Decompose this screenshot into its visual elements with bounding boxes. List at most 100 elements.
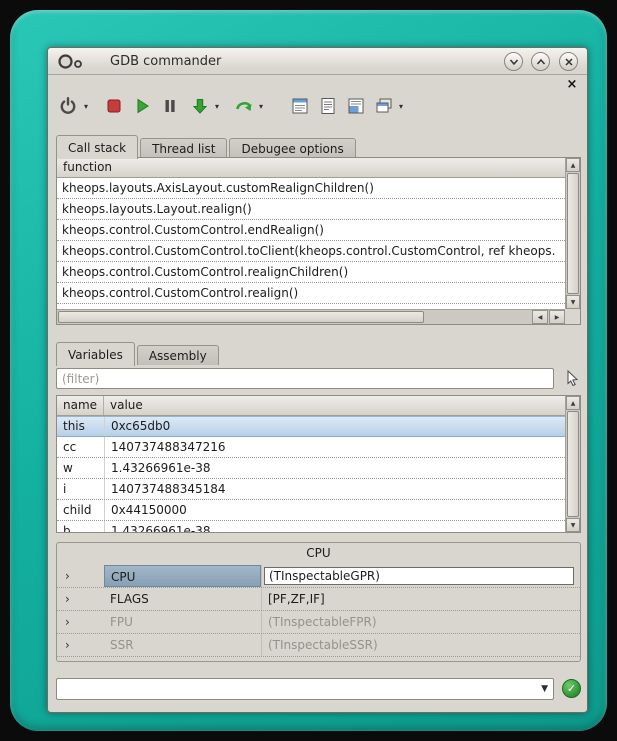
- views-button[interactable]: [372, 94, 396, 118]
- variable-row[interactable]: i 140737488345184: [57, 479, 565, 500]
- variable-name: i: [57, 479, 104, 499]
- close-button[interactable]: [559, 52, 578, 71]
- titlebar[interactable]: GDB commander: [48, 48, 587, 75]
- send-command-button[interactable]: ✓: [562, 679, 581, 698]
- panel-close-icon[interactable]: ×: [565, 78, 579, 92]
- step-dropdown-icon[interactable]: ▾: [212, 102, 222, 111]
- minimize-button[interactable]: [504, 52, 523, 71]
- callstack-row[interactable]: kheops.control.CustomControl.endRealign(…: [57, 220, 565, 241]
- power-button[interactable]: [56, 94, 80, 118]
- variable-row[interactable]: this 0xc65db0: [57, 416, 565, 437]
- register-group-name[interactable]: FLAGS: [104, 588, 261, 610]
- callstack-row[interactable]: kheops.control.CustomControl.realignChil…: [57, 262, 565, 283]
- expander-icon[interactable]: ›: [65, 634, 70, 656]
- run-icon: [132, 96, 152, 116]
- variable-name: cc: [57, 437, 104, 457]
- tab-call-stack[interactable]: Call stack: [56, 135, 138, 159]
- stop-button[interactable]: [102, 94, 126, 118]
- scroll-right-icon[interactable]: ▶: [549, 310, 565, 324]
- scroll-up-icon[interactable]: ▲: [566, 396, 580, 410]
- variables-vertical-scrollbar[interactable]: ▲ ▼: [565, 396, 580, 532]
- variable-value: 0x44150000: [104, 500, 565, 520]
- register-group-name[interactable]: CPU: [104, 565, 261, 587]
- cpu-register-row[interactable]: › FPU (TInspectableFPR): [57, 611, 580, 634]
- expander-icon[interactable]: ›: [65, 588, 70, 610]
- value-column-header[interactable]: value: [104, 396, 143, 415]
- register-value-editor[interactable]: (TInspectableGPR): [264, 567, 574, 585]
- variable-value: 1.43266961e-38: [104, 521, 565, 532]
- cpu-register-rows: › CPU (TInspectableGPR) › FLAGS [PF,ZF,I…: [57, 565, 580, 657]
- variable-row[interactable]: cc 140737488347216: [57, 437, 565, 458]
- tab-debugee-options[interactable]: Debugee options: [229, 138, 355, 158]
- variable-row[interactable]: w 1.43266961e-38: [57, 458, 565, 479]
- power-dropdown-icon[interactable]: ▾: [81, 102, 91, 111]
- watch-list-icon: [290, 96, 310, 116]
- cpu-register-row[interactable]: › FLAGS [PF,ZF,IF]: [57, 588, 580, 611]
- callstack-column-header[interactable]: function: [57, 158, 565, 178]
- run-button[interactable]: [130, 94, 154, 118]
- pick-variable-button[interactable]: [561, 367, 583, 389]
- callstack-row[interactable]: kheops.layouts.Layout.realign(): [57, 199, 565, 220]
- callstack-row[interactable]: kheops.control.CustomControl.realign(): [57, 283, 565, 304]
- cpu-register-row[interactable]: › SSR (TInspectableSSR): [57, 634, 580, 657]
- combo-dropdown-icon[interactable]: ▼: [541, 684, 548, 694]
- tab-thread-list[interactable]: Thread list: [140, 138, 227, 158]
- expander-icon[interactable]: ›: [65, 611, 70, 633]
- scroll-down-icon[interactable]: ▼: [566, 518, 580, 532]
- step-button[interactable]: [188, 94, 212, 118]
- variable-name: this: [57, 417, 104, 436]
- step-over-icon: [234, 96, 254, 116]
- callstack-vertical-scrollbar[interactable]: ▲ ▼: [565, 158, 580, 309]
- command-input[interactable]: [59, 681, 533, 697]
- watch-list-button[interactable]: [288, 94, 312, 118]
- tab-variables[interactable]: Variables: [56, 342, 135, 366]
- window-title: GDB commander: [110, 54, 221, 69]
- step-down-icon: [190, 96, 210, 116]
- scrollbar-thumb[interactable]: [58, 311, 424, 323]
- pause-button[interactable]: [158, 94, 182, 118]
- scroll-down-icon[interactable]: ▼: [566, 295, 580, 309]
- variable-row[interactable]: child 0x44150000: [57, 500, 565, 521]
- name-column-header[interactable]: name: [57, 396, 104, 415]
- source-view-button[interactable]: [316, 94, 340, 118]
- desktop-background: GDB commander × ▾: [0, 0, 617, 741]
- variable-value: 140737488345184: [104, 479, 565, 499]
- callstack-row[interactable]: kheops.layouts.AxisLayout.customRealignC…: [57, 178, 565, 199]
- filter-input[interactable]: [56, 368, 554, 389]
- variable-value: 1.43266961e-38: [104, 458, 565, 478]
- register-group-value: [PF,ZF,IF]: [261, 588, 578, 610]
- views-dropdown-icon[interactable]: ▾: [396, 102, 406, 111]
- tab-assembly[interactable]: Assembly: [137, 345, 219, 365]
- gdb-commander-window: GDB commander × ▾: [47, 47, 588, 713]
- maximize-button[interactable]: [531, 52, 550, 71]
- register-group-value: (TInspectableFPR): [261, 611, 578, 633]
- memory-view-button[interactable]: [344, 94, 368, 118]
- pause-icon: [160, 96, 180, 116]
- variable-value: 0xc65db0: [104, 417, 565, 436]
- step-over-button[interactable]: [232, 94, 256, 118]
- variable-row[interactable]: b 1.43266961e-38: [57, 521, 565, 532]
- window-frame: GDB commander × ▾: [10, 10, 607, 731]
- variables-rows: this 0xc65db0 cc 140737488347216 w 1.432…: [57, 416, 565, 532]
- inspector-tabs: Variables Assembly: [56, 340, 221, 365]
- register-group-name[interactable]: FPU: [104, 611, 261, 633]
- memory-view-icon: [346, 96, 366, 116]
- command-combobox[interactable]: ▼: [56, 678, 554, 700]
- callstack-horizontal-scrollbar[interactable]: ◀ ▶: [57, 309, 565, 324]
- pointer-icon: [563, 369, 581, 387]
- stop-icon: [104, 96, 124, 116]
- expander-icon[interactable]: ›: [65, 565, 70, 587]
- cpu-register-row[interactable]: › CPU (TInspectableGPR): [57, 565, 580, 588]
- step-over-dropdown-icon[interactable]: ▾: [256, 102, 266, 111]
- scroll-up-icon[interactable]: ▲: [566, 158, 580, 172]
- variable-name: w: [57, 458, 104, 478]
- scroll-left-icon[interactable]: ◀: [532, 310, 548, 324]
- scrollbar-thumb[interactable]: [567, 411, 579, 517]
- register-group-name[interactable]: SSR: [104, 634, 261, 656]
- debug-tabs: Call stack Thread list Debugee options: [56, 133, 358, 158]
- variables-panel: name value this 0xc65db0 cc 140737488347…: [56, 395, 581, 533]
- variable-value: 140737488347216: [104, 437, 565, 457]
- scrollbar-thumb[interactable]: [567, 173, 579, 294]
- callstack-row[interactable]: kheops.control.CustomControl.toClient(kh…: [57, 241, 565, 262]
- variable-name: child: [57, 500, 104, 520]
